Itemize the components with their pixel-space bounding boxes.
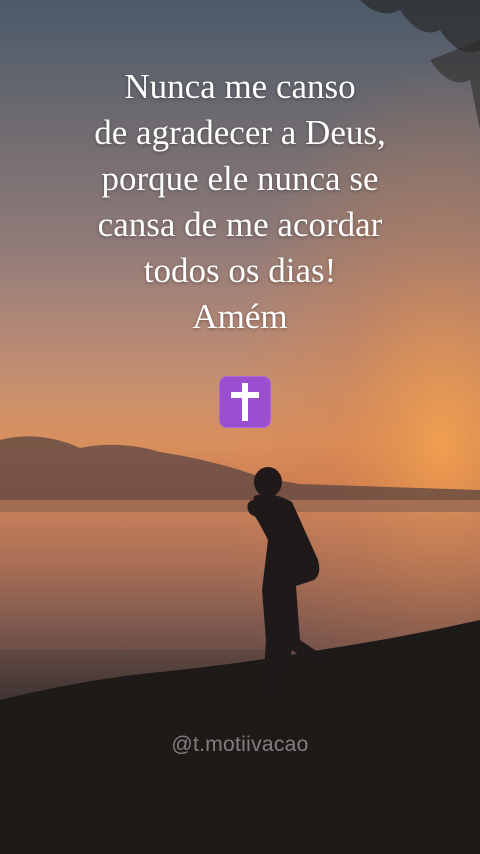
quote-line: cansa de me acordar — [97, 205, 383, 244]
video-frame: Nunca me canso de agradecer a Deus, porq… — [0, 0, 480, 854]
quote-line: de agradecer a Deus, — [94, 113, 386, 152]
quote-line: Nunca me canso — [124, 67, 356, 106]
quote-line: Amém — [192, 297, 288, 336]
quote-line: porque ele nunca se — [101, 159, 379, 198]
cross-horizontal-bar — [231, 392, 259, 398]
lake-water — [0, 500, 480, 650]
creator-watermark: @t.motiivacao — [171, 733, 309, 756]
quote-line: todos os dias! — [143, 251, 337, 290]
quote-text: Nunca me canso de agradecer a Deus, porq… — [0, 64, 480, 340]
cross-vertical-bar — [242, 383, 248, 421]
latin-cross-icon — [219, 376, 271, 428]
